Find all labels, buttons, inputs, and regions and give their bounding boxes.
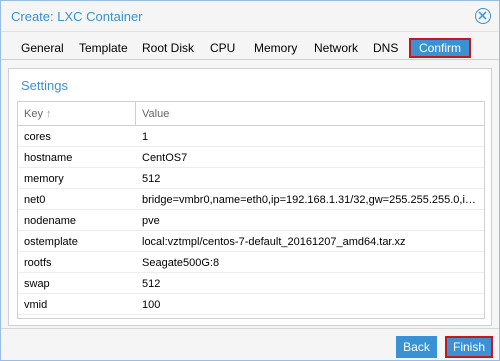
tab-cpu[interactable]: CPU — [210, 38, 235, 58]
row-key: nodename — [24, 215, 76, 227]
table-row[interactable]: rootfs Seagate500G:8 — [18, 253, 484, 273]
tab-confirm[interactable]: Confirm — [409, 38, 472, 58]
close-icon[interactable] — [475, 8, 491, 24]
row-key: ostemplate — [24, 236, 78, 248]
settings-grid: Key ↑ Value cores 1 hostname CentOS7 memo… — [17, 101, 485, 319]
create-lxc-dialog: Create: LXC Container General Template R… — [0, 0, 500, 361]
row-value: 512 — [142, 173, 161, 185]
column-key-label: Key — [24, 108, 43, 120]
table-row[interactable]: memory 512 — [18, 169, 484, 189]
tab-dns[interactable]: DNS — [373, 38, 398, 58]
table-row[interactable]: swap 512 — [18, 274, 484, 294]
row-value: bridge=vmbr0,name=eth0,ip=192.168.1.31/3… — [142, 194, 480, 206]
confirm-content: Settings Key ↑ Value cores 1 hostname Cen… — [1, 60, 499, 328]
row-key: net0 — [24, 194, 46, 206]
row-key: memory — [24, 173, 64, 185]
row-value: 100 — [142, 299, 161, 311]
table-row[interactable]: ostemplate local:vztmpl/centos-7-default… — [18, 232, 484, 252]
column-header-value[interactable]: Value — [136, 102, 484, 126]
row-key: rootfs — [24, 257, 52, 269]
row-value: pve — [142, 215, 160, 227]
dialog-titlebar: Create: LXC Container — [1, 1, 499, 32]
row-value: CentOS7 — [142, 152, 188, 164]
row-key: vmid — [24, 299, 48, 311]
dialog-title: Create: LXC Container — [11, 9, 143, 24]
settings-panel: Settings Key ↑ Value cores 1 hostname Cen… — [8, 68, 492, 326]
dialog-footer: Back Finish — [1, 328, 499, 360]
table-row[interactable]: nodename pve — [18, 211, 484, 231]
back-button[interactable]: Back — [396, 336, 437, 358]
row-key: cores — [24, 131, 51, 143]
table-row[interactable]: net0 bridge=vmbr0,name=eth0,ip=192.168.1… — [18, 190, 484, 210]
table-row[interactable]: vmid 100 — [18, 295, 484, 315]
tab-network[interactable]: Network — [314, 38, 358, 58]
settings-title: Settings — [21, 78, 68, 93]
row-value: local:vztmpl/centos-7-default_20161207_a… — [142, 236, 406, 248]
table-row[interactable]: hostname CentOS7 — [18, 148, 484, 168]
column-header-key[interactable]: Key ↑ — [18, 102, 136, 126]
row-key: hostname — [24, 152, 73, 164]
tab-template[interactable]: Template — [79, 38, 128, 58]
tab-general[interactable]: General — [21, 38, 64, 58]
row-value: Seagate500G:8 — [142, 257, 220, 269]
wizard-tab-bar: General Template Root Disk CPU Memory Ne… — [1, 32, 499, 60]
row-value: 1 — [142, 131, 149, 143]
tab-memory[interactable]: Memory — [254, 38, 297, 58]
row-value: 512 — [142, 278, 161, 290]
grid-header: Key ↑ Value — [18, 102, 484, 126]
finish-button[interactable]: Finish — [445, 336, 493, 358]
tab-root-disk[interactable]: Root Disk — [142, 38, 194, 58]
sort-asc-icon: ↑ — [45, 108, 52, 120]
row-key: swap — [24, 278, 50, 290]
table-row[interactable]: cores 1 — [18, 127, 484, 147]
